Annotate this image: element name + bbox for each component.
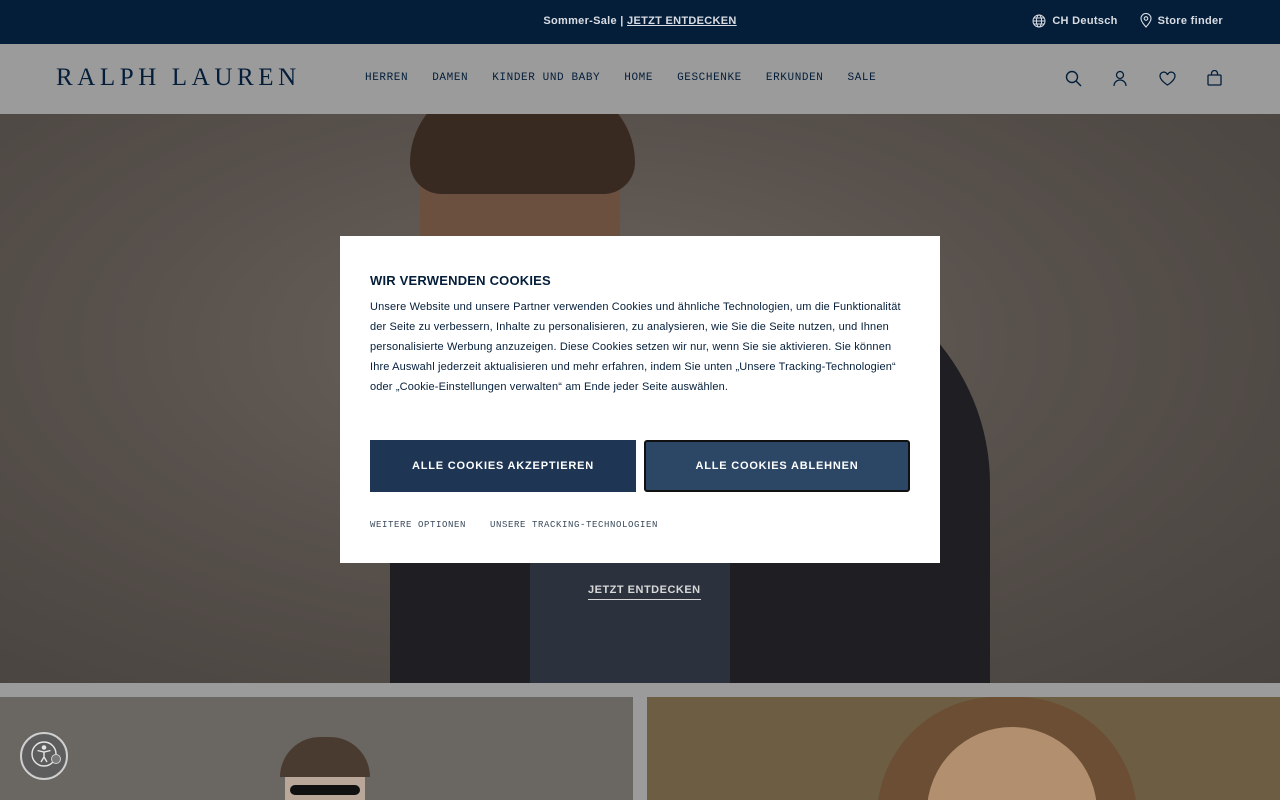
cookie-dialog-links: WEITERE OPTIONEN UNSERE TRACKING-TECHNOL… xyxy=(370,520,658,530)
promo-tile-left[interactable] xyxy=(0,697,633,800)
accept-all-cookies-button[interactable]: ALLE COOKIES AKZEPTIEREN xyxy=(370,440,636,492)
cookie-dialog-text: Unsere Website und unsere Partner verwen… xyxy=(370,301,901,393)
tile-left-sunglasses xyxy=(290,785,360,795)
store-finder-label: Store finder xyxy=(1157,14,1223,27)
wishlist-icon[interactable] xyxy=(1158,68,1176,88)
promo-tile-right[interactable] xyxy=(647,697,1280,800)
search-icon[interactable] xyxy=(1064,68,1082,88)
nav-item-home[interactable]: HOME xyxy=(624,72,653,84)
brand-logo[interactable]: RALPH LAUREN xyxy=(56,64,301,92)
header-actions xyxy=(1064,68,1223,88)
nav-item-sale[interactable]: SALE xyxy=(848,72,877,84)
cookie-dialog-title: WIR VERWENDEN COOKIES xyxy=(370,273,551,288)
promo-link[interactable]: JETZT ENTDECKEN xyxy=(627,15,737,27)
main-header: RALPH LAUREN HERREN DAMEN KINDER UND BAB… xyxy=(0,44,1280,114)
nav-item-erkunden[interactable]: ERKUNDEN xyxy=(766,72,824,84)
promo-text: Sommer-Sale | xyxy=(543,15,628,27)
nav-item-kinder-und-baby[interactable]: KINDER UND BABY xyxy=(492,72,600,84)
tile-separator xyxy=(633,697,647,800)
more-options-link[interactable]: WEITERE OPTIONEN xyxy=(370,520,466,530)
hero-cta-link[interactable]: JETZT ENTDECKEN xyxy=(588,584,701,600)
cookie-consent-dialog: WIR VERWENDEN COOKIES Unsere Website und… xyxy=(340,236,940,563)
accessibility-badge xyxy=(51,754,61,764)
bag-icon[interactable] xyxy=(1205,68,1223,88)
nav-item-herren[interactable]: HERREN xyxy=(365,72,408,84)
reject-all-cookies-button[interactable]: ALLE COOKIES ABLEHNEN xyxy=(644,440,910,492)
tracking-technologies-link[interactable]: UNSERE TRACKING-TECHNOLOGIEN xyxy=(490,520,658,530)
account-icon[interactable] xyxy=(1111,68,1129,88)
tile-divider xyxy=(0,683,1280,697)
promo-bar: Sommer-Sale | JETZT ENTDECKEN CH Deutsch… xyxy=(0,0,1280,44)
main-nav: HERREN DAMEN KINDER UND BABY HOME GESCHE… xyxy=(365,72,900,84)
location-pin-icon xyxy=(1140,13,1152,28)
tile-left-hair xyxy=(280,737,370,777)
globe-icon xyxy=(1032,14,1046,28)
region-selector[interactable]: CH Deutsch xyxy=(1032,13,1117,28)
accessibility-button[interactable] xyxy=(20,732,68,780)
utility-links: CH Deutsch Store finder xyxy=(1032,13,1223,28)
nav-item-damen[interactable]: DAMEN xyxy=(432,72,468,84)
nav-item-geschenke[interactable]: GESCHENKE xyxy=(677,72,742,84)
store-finder-link[interactable]: Store finder xyxy=(1140,13,1223,28)
region-label: CH Deutsch xyxy=(1052,14,1118,27)
